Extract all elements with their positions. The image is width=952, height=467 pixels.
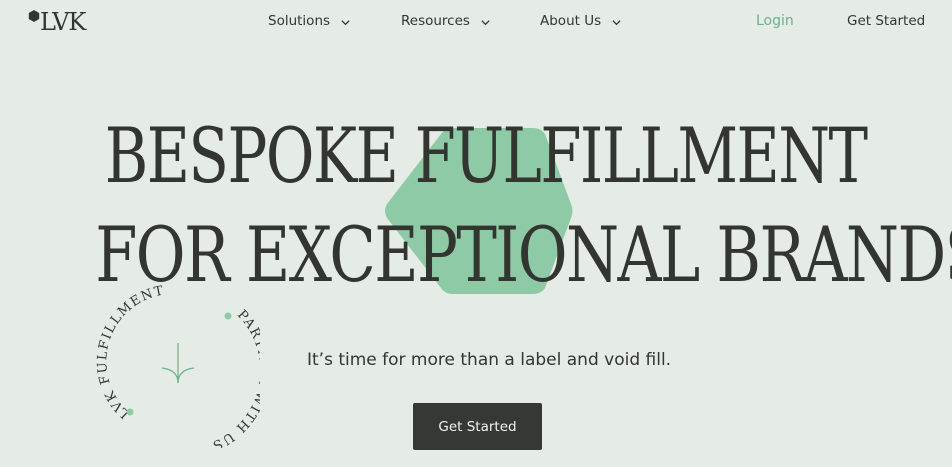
header-get-started-link[interactable]: Get Started [847, 13, 925, 29]
hero-headline-line1: BESPOKE FULFILLMENT [104, 111, 868, 200]
logo[interactable]: LVK [28, 8, 86, 36]
nav-about-us[interactable]: About Us [540, 13, 622, 29]
logo-text: LVK [40, 8, 86, 36]
nav-resources-label: Resources [401, 13, 470, 29]
badge-dot-icon [224, 312, 232, 320]
badge-text-top: LVK FULFILLMENT [95, 283, 166, 421]
hexagon-logo-icon [28, 10, 40, 22]
page: LVK Solutions Resources About Us Login G… [0, 0, 952, 467]
chevron-down-icon [341, 19, 350, 25]
nav-resources[interactable]: Resources [401, 13, 491, 29]
badge-text-bottom: PARTNER WITH US [209, 307, 260, 448]
arrow-down-icon [161, 343, 195, 384]
partner-badge[interactable]: LVK FULFILLMENT PARTNER WITH US [90, 278, 260, 448]
nav-about-us-label: About Us [540, 13, 602, 29]
badge-dot-icon [126, 408, 134, 416]
login-link[interactable]: Login [756, 13, 794, 29]
chevron-down-icon [481, 19, 490, 25]
nav-solutions[interactable]: Solutions [268, 13, 351, 29]
hero-get-started-button[interactable]: Get Started [413, 403, 542, 450]
chevron-down-icon [612, 19, 621, 25]
nav-solutions-label: Solutions [268, 13, 331, 29]
hero-subtitle: It’s time for more than a label and void… [307, 350, 672, 370]
